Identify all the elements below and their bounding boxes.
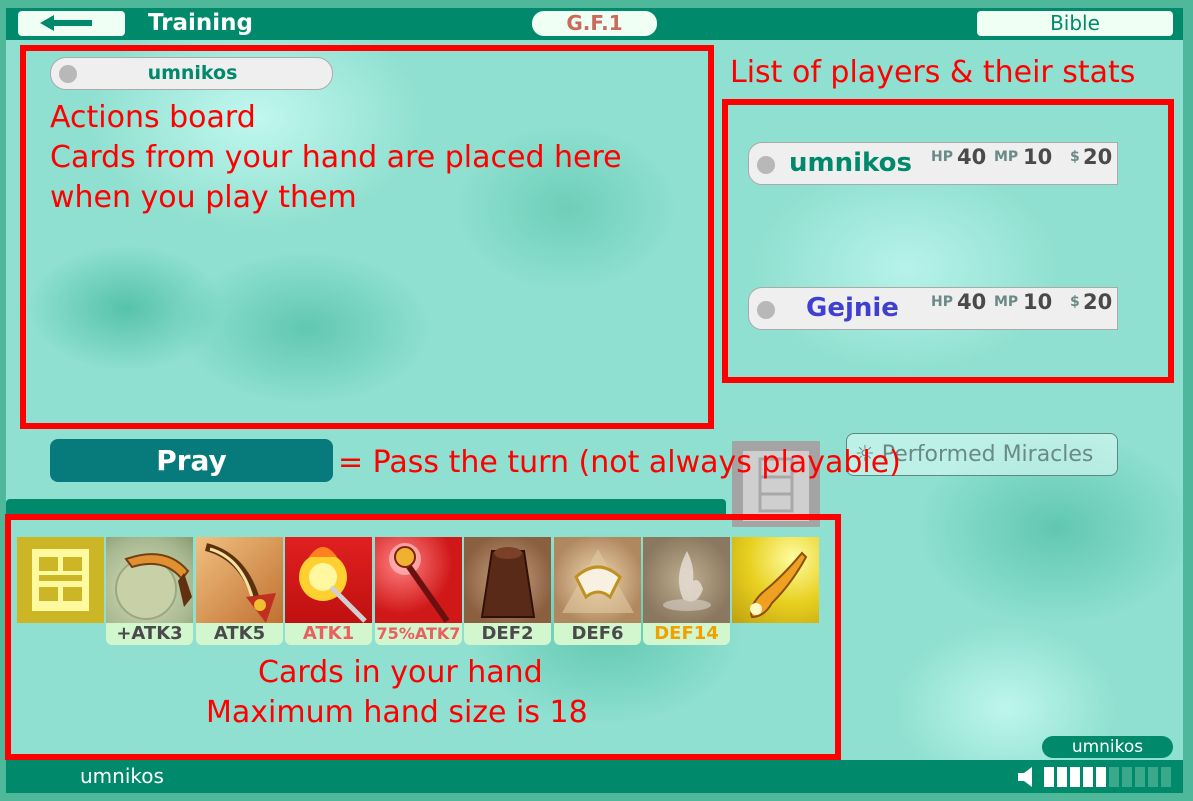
hand-card[interactable] xyxy=(464,537,551,623)
card-label: ATK5 xyxy=(196,623,283,645)
actions-board-annotation-3: when you play them xyxy=(50,180,357,215)
deck-toggle-icon xyxy=(32,549,89,611)
golden-horn-icon xyxy=(750,551,808,619)
spirit-flame-icon xyxy=(663,551,711,611)
volume-segment xyxy=(1070,767,1080,787)
hand-annotation-2: Maximum hand size is 18 xyxy=(206,695,588,730)
page-title: Training xyxy=(148,10,254,36)
bible-button[interactable]: Bible xyxy=(977,11,1173,36)
card-label: +ATK3 xyxy=(106,623,193,645)
money-label: $ xyxy=(1070,149,1080,165)
hand-card[interactable] xyxy=(732,537,819,623)
volume-segment xyxy=(1161,767,1171,787)
boomerang-icon xyxy=(115,553,192,620)
volume-segment xyxy=(1122,767,1132,787)
card-label: DEF14 xyxy=(643,623,730,645)
player-name: umnikos xyxy=(789,148,912,178)
deck-toggle-card[interactable] xyxy=(17,537,104,623)
player-row[interactable]: umnikos HP 40 MP 10 $ 20 xyxy=(748,142,1118,185)
pray-annotation: = Pass the turn (not always playable) xyxy=(338,445,901,480)
magic-staff-icon xyxy=(389,543,450,623)
claw-sword-icon xyxy=(204,543,276,623)
actions-board-player-name: umnikos xyxy=(147,62,238,84)
card-label: DEF6 xyxy=(554,623,641,645)
volume-segment xyxy=(1135,767,1145,787)
card-label: 75%ATK7 xyxy=(375,623,462,645)
current-username: umnikos xyxy=(80,764,164,788)
game-id-badge: G.F.1 xyxy=(532,11,657,36)
volume-segment xyxy=(1109,767,1119,787)
hand-card[interactable] xyxy=(643,537,730,623)
player-status-dot xyxy=(757,156,775,174)
volume-segment xyxy=(1057,767,1067,787)
torch-icon xyxy=(299,547,367,623)
actions-board-annotation-2: Cards from your hand are placed here xyxy=(50,140,622,175)
speaker-icon[interactable] xyxy=(1016,766,1038,788)
mp-value: 10 xyxy=(1023,290,1053,314)
pray-button[interactable]: Pray xyxy=(50,439,333,482)
mp-value: 10 xyxy=(1023,145,1053,169)
card-label: ATK1 xyxy=(285,623,372,645)
hp-value: 40 xyxy=(957,145,987,169)
player-row[interactable]: Gejnie HP 40 MP 10 $ 20 xyxy=(748,287,1118,330)
players-panel-annotation: List of players & their stats xyxy=(730,55,1136,90)
player-status-dot xyxy=(757,301,775,319)
back-button[interactable] xyxy=(18,11,125,36)
mp-label: MP xyxy=(994,294,1019,310)
hp-label: HP xyxy=(931,149,953,165)
hand-card[interactable] xyxy=(106,537,193,623)
actions-board-annotation-1: Actions board xyxy=(50,100,256,135)
bottom-bar xyxy=(6,760,1183,793)
cloak-icon xyxy=(480,547,536,618)
winged-boots-icon xyxy=(562,549,634,613)
actions-board-player-pill: umnikos xyxy=(50,57,333,90)
money-value: 20 xyxy=(1083,290,1113,314)
hand-annotation-1: Cards in your hand xyxy=(258,655,543,690)
player-name: Gejnie xyxy=(806,293,899,323)
hand-card[interactable] xyxy=(196,537,283,623)
mp-label: MP xyxy=(994,149,1019,165)
user-badge: umnikos xyxy=(1042,736,1173,758)
volume-segment xyxy=(1083,767,1093,787)
hand-card[interactable] xyxy=(375,537,462,623)
back-arrow-icon xyxy=(40,15,92,31)
volume-segment xyxy=(1148,767,1158,787)
money-value: 20 xyxy=(1083,145,1113,169)
hp-value: 40 xyxy=(957,290,987,314)
card-label: DEF2 xyxy=(464,623,551,645)
hand-card[interactable] xyxy=(554,537,641,623)
hp-label: HP xyxy=(931,294,953,310)
volume-segment xyxy=(1096,767,1106,787)
volume-segment xyxy=(1044,767,1054,787)
money-label: $ xyxy=(1070,294,1080,310)
hand-card[interactable] xyxy=(285,537,372,623)
